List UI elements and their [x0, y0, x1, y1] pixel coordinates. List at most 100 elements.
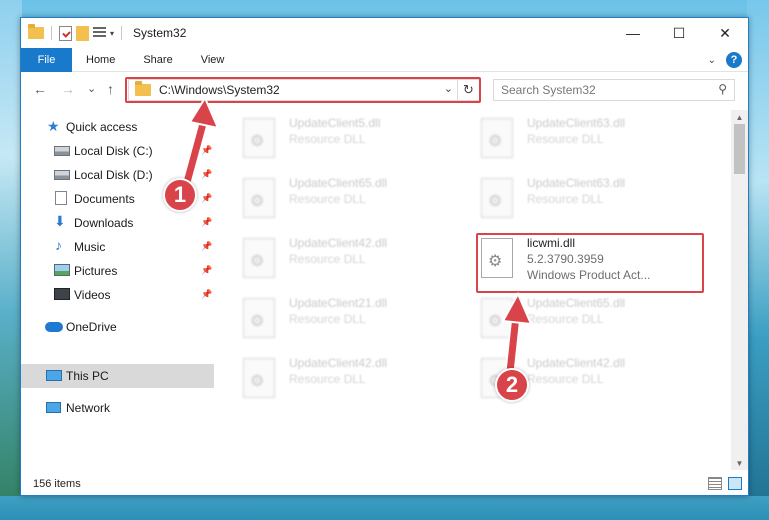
help-icon[interactable]: ? [726, 52, 742, 68]
file-name: UpdateClient65.dll [527, 296, 626, 310]
forward-button[interactable]: → [61, 81, 75, 97]
status-bar: 156 items [21, 473, 748, 495]
tab-share[interactable]: Share [129, 48, 186, 72]
music-icon: ♪ [55, 237, 62, 253]
computer-icon [46, 370, 62, 381]
scroll-up-icon[interactable]: ▲ [731, 110, 748, 124]
quick-access-toolbar: ▾ [28, 24, 125, 41]
sidebar-item-downloads[interactable]: ⬇ Downloads 📌 [21, 211, 214, 235]
details-view-icon[interactable] [708, 477, 722, 490]
ribbon-tabs: File Home Share View ⌄ ? [21, 47, 748, 72]
file-item[interactable]: UpdateClient21.dll Resource DLL [243, 296, 453, 346]
file-item[interactable]: UpdateClient65.dll Resource DLL [243, 176, 453, 226]
large-icons-view-icon[interactable] [728, 477, 742, 490]
ribbon-right-controls: ⌄ ? [708, 52, 742, 68]
dll-file-icon [481, 118, 513, 158]
scroll-down-icon[interactable]: ▼ [731, 456, 748, 470]
file-item[interactable]: UpdateClient63.dll Resource DLL [481, 176, 691, 226]
sidebar-item-onedrive[interactable]: OneDrive [21, 315, 214, 339]
sidebar-item-label: Downloads [74, 216, 134, 230]
file-type: Resource DLL [527, 312, 604, 326]
sidebar-item-label: Quick access [66, 120, 138, 134]
file-name: UpdateClient63.dll [527, 116, 626, 130]
sidebar-item-label: This PC [66, 369, 109, 383]
step-marker-2: 2 [495, 368, 529, 402]
file-type: Resource DLL [289, 132, 366, 146]
pin-icon: 📌 [201, 217, 213, 227]
tab-view[interactable]: View [187, 48, 239, 72]
minimize-button[interactable]: — [610, 18, 656, 48]
desktop-background-right [747, 0, 769, 520]
toolbar-divider [121, 26, 123, 40]
downloads-icon: ⬇ [54, 213, 66, 229]
sidebar-item-this-pc[interactable]: This PC [21, 364, 214, 388]
sidebar-item-local-disk-c[interactable]: Local Disk (C:) 📌 [21, 139, 214, 163]
scroll-thumb[interactable] [734, 124, 745, 174]
sidebar-item-label: Music [74, 240, 106, 254]
file-type: Resource DLL [289, 252, 366, 266]
videos-icon [54, 288, 70, 300]
file-name: UpdateClient42.dll [289, 236, 388, 250]
window-controls: — ☐ ✕ [610, 18, 748, 48]
properties-icon[interactable] [59, 25, 72, 41]
pin-icon: 📌 [201, 241, 213, 251]
dll-file-icon [481, 298, 513, 338]
file-type: Resource DLL [527, 192, 604, 206]
tab-file[interactable]: File [21, 47, 72, 72]
file-item[interactable]: UpdateClient5.dll Resource DLL [243, 116, 453, 166]
file-item[interactable]: UpdateClient65.dll Resource DLL [481, 296, 691, 346]
file-type: Resource DLL [527, 132, 604, 146]
sidebar-item-network[interactable]: Network [21, 396, 214, 420]
file-item[interactable]: UpdateClient42.dll Resource DLL [243, 236, 453, 286]
customize-icon[interactable] [93, 27, 106, 39]
close-button[interactable]: ✕ [702, 18, 748, 48]
folder-icon [28, 24, 44, 39]
dll-file-icon [243, 178, 275, 218]
file-name: UpdateClient21.dll [289, 296, 388, 310]
dll-file-icon [243, 358, 275, 398]
sidebar-item-label: Videos [74, 288, 111, 302]
chevron-down-icon[interactable]: ▾ [110, 29, 114, 38]
sidebar-item-label: OneDrive [66, 320, 117, 334]
sidebar-item-music[interactable]: ♪ Music 📌 [21, 235, 214, 259]
pin-icon: 📌 [201, 145, 213, 155]
expand-ribbon-icon[interactable]: ⌄ [708, 55, 716, 66]
navigation-bar: ← → ⌄ ↑ C:\Windows\System32 ⌄ ↻ Search S… [21, 73, 748, 107]
maximize-button[interactable]: ☐ [656, 18, 702, 48]
file-type: Resource DLL [289, 372, 366, 386]
address-highlight-box [125, 77, 481, 103]
file-name: UpdateClient42.dll [289, 356, 388, 370]
sidebar-item-label: Network [66, 401, 111, 415]
recent-locations-button[interactable]: ⌄ [87, 82, 96, 95]
search-icon[interactable]: ⚲ [718, 82, 727, 96]
window-title: System32 [133, 26, 187, 40]
navigation-pane: ★ Quick access Local Disk (C:) 📌 Local D… [21, 110, 214, 470]
file-type: Resource DLL [289, 312, 366, 326]
vertical-scrollbar[interactable]: ▲ ▼ [731, 110, 748, 470]
desktop-background-bottom [0, 496, 769, 520]
new-folder-icon[interactable] [76, 25, 89, 41]
dll-file-icon [481, 178, 513, 218]
documents-icon [55, 191, 67, 205]
sidebar-item-pictures[interactable]: Pictures 📌 [21, 259, 214, 283]
network-icon [46, 402, 61, 413]
pin-icon: 📌 [201, 169, 213, 179]
dll-file-icon [243, 238, 275, 278]
sidebar-item-videos[interactable]: Videos 📌 [21, 283, 214, 307]
pin-icon: 📌 [201, 193, 213, 203]
pin-icon: 📌 [201, 289, 213, 299]
desktop-background-left [0, 0, 22, 520]
dll-file-icon [243, 298, 275, 338]
file-item[interactable]: UpdateClient42.dll Resource DLL [243, 356, 453, 406]
sidebar-item-label: Local Disk (D:) [74, 168, 153, 182]
back-button[interactable]: ← [33, 81, 47, 97]
item-count: 156 items [33, 478, 81, 490]
tab-home[interactable]: Home [72, 48, 129, 72]
file-name: UpdateClient42.dll [527, 356, 626, 370]
search-box[interactable]: Search System32 ⚲ [493, 79, 735, 101]
file-item[interactable]: UpdateClient63.dll Resource DLL [481, 116, 691, 166]
sidebar-item-quick-access[interactable]: ★ Quick access [21, 115, 214, 139]
sidebar-item-label: Pictures [74, 264, 118, 278]
up-button[interactable]: ↑ [107, 81, 114, 97]
file-type: Resource DLL [289, 192, 366, 206]
